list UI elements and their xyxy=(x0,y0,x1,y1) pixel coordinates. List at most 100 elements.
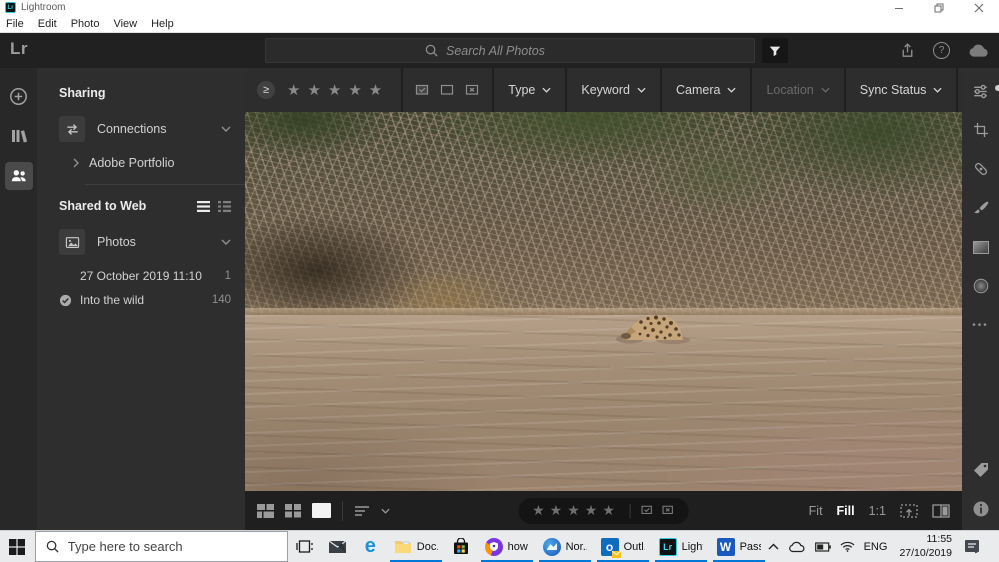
battery-icon[interactable] xyxy=(815,542,831,552)
square-grid-view-icon[interactable] xyxy=(285,504,301,518)
mosaic-grid-view-icon[interactable] xyxy=(257,504,274,518)
filter-dropdown-sync-status[interactable]: Sync Status xyxy=(846,68,957,112)
flag-neutral-icon[interactable] xyxy=(440,84,455,97)
taskbar-app-label: how ... xyxy=(508,541,529,553)
screen: Lr Lightroom File Edit Photo View Help L… xyxy=(0,0,999,562)
language-indicator[interactable]: ENG xyxy=(864,541,888,553)
chevron-down-icon xyxy=(821,87,830,93)
keywords-tag-icon[interactable] xyxy=(969,459,993,481)
edge-browser-icon[interactable]: e xyxy=(354,531,387,562)
brush-icon[interactable] xyxy=(969,197,993,219)
task-view-button[interactable] xyxy=(288,531,321,562)
filter-dropdown-camera[interactable]: Camera xyxy=(662,68,750,112)
search-bar[interactable] xyxy=(265,38,755,63)
split-view-icon[interactable] xyxy=(932,504,950,518)
menu-bar: File Edit Photo View Help xyxy=(0,15,999,33)
library-button[interactable] xyxy=(5,122,33,150)
taskbar-app-how[interactable]: how ... xyxy=(478,531,536,562)
taskbar-app-outlook[interactable]: o Outl... xyxy=(594,531,652,562)
dropdown-label: Sync Status xyxy=(860,83,927,97)
sharing-button[interactable] xyxy=(5,162,33,190)
crop-icon[interactable] xyxy=(969,119,993,141)
restore-button[interactable] xyxy=(919,0,959,15)
zoom-fill-button[interactable]: Fill xyxy=(837,504,855,518)
menu-photo[interactable]: Photo xyxy=(71,18,100,30)
detail-view-icon[interactable] xyxy=(218,201,231,212)
funnel-icon xyxy=(768,44,782,58)
menu-help[interactable]: Help xyxy=(151,18,174,30)
taskbar-app-lightroom[interactable]: Lr Light... xyxy=(652,531,710,562)
system-tray: ENG 11:55 27/10/2019 xyxy=(768,531,999,562)
photo-jaguar-swimming[interactable] xyxy=(245,112,962,491)
taskbar-app-label: Pass... xyxy=(740,541,761,553)
flag-filter xyxy=(403,68,492,112)
flag-pick-icon[interactable] xyxy=(641,505,654,516)
single-photo-view-icon[interactable] xyxy=(312,503,331,518)
list-view-icon[interactable] xyxy=(197,201,210,212)
chevron-down-icon[interactable] xyxy=(221,126,231,132)
microsoft-store-icon[interactable] xyxy=(445,531,478,562)
photos-album-row[interactable]: Photos xyxy=(59,229,231,255)
mail-app-icon[interactable] xyxy=(321,531,354,562)
onedrive-cloud-icon[interactable] xyxy=(788,541,806,553)
filter-dropdown-type[interactable]: Type xyxy=(494,68,565,112)
sort-chevron-icon[interactable] xyxy=(381,508,390,514)
connections-row[interactable]: Connections xyxy=(59,116,231,142)
adobe-portfolio-row[interactable]: Adobe Portfolio xyxy=(73,156,231,170)
taskbar-app-label: Light... xyxy=(682,541,703,553)
taskbar-search-input[interactable] xyxy=(68,539,258,554)
wifi-icon[interactable] xyxy=(840,541,855,552)
taskbar-app-documents[interactable]: Doc... xyxy=(387,531,445,562)
rating-operator[interactable]: ≥ xyxy=(257,81,275,99)
left-rail xyxy=(0,68,37,530)
menu-file[interactable]: File xyxy=(6,18,24,30)
search-icon xyxy=(424,43,439,58)
healing-brush-icon[interactable] xyxy=(969,158,993,180)
more-tools-icon[interactable]: ••• xyxy=(969,314,993,336)
minimize-button[interactable] xyxy=(879,0,919,15)
taskbar-app-word[interactable]: W Pass... xyxy=(710,531,768,562)
flag-pick-icon[interactable] xyxy=(415,84,430,97)
clock[interactable]: 11:55 27/10/2019 xyxy=(896,533,955,559)
edge-glyph: e xyxy=(365,535,376,558)
album-item-date[interactable]: 27 October 2019 11:10 1 xyxy=(59,269,231,283)
rating-filter[interactable]: ≥ ★★★★★ xyxy=(245,68,401,112)
taskbar-search[interactable] xyxy=(35,531,289,562)
photo-rating-stars[interactable]: ★★★★★ xyxy=(532,502,620,519)
taskbar-app-norton[interactable]: Nor... xyxy=(536,531,594,562)
linear-gradient-icon[interactable] xyxy=(969,236,993,258)
share-icon[interactable] xyxy=(899,42,916,59)
chevron-down-icon[interactable] xyxy=(221,239,231,245)
search-input[interactable] xyxy=(446,44,596,58)
action-center-icon[interactable] xyxy=(964,539,981,554)
menu-view[interactable]: View xyxy=(113,18,137,30)
radial-gradient-icon[interactable] xyxy=(969,275,993,297)
flag-reject-icon[interactable] xyxy=(465,84,480,97)
word-icon: W xyxy=(717,538,735,556)
start-button[interactable] xyxy=(0,531,35,562)
menu-edit[interactable]: Edit xyxy=(38,18,57,30)
filter-dropdown-keyword[interactable]: Keyword xyxy=(567,68,660,112)
dropdown-label: Keyword xyxy=(581,83,630,97)
flag-reject-icon[interactable] xyxy=(662,505,675,516)
help-icon[interactable]: ? xyxy=(933,42,950,59)
folder-icon xyxy=(394,539,412,554)
riverbank-branches xyxy=(245,112,962,315)
detail-zoom-icon[interactable] xyxy=(900,504,918,518)
close-button[interactable] xyxy=(959,0,999,15)
toolbar-divider xyxy=(342,501,343,521)
sort-icon[interactable] xyxy=(354,505,370,517)
cloud-sync-icon[interactable] xyxy=(967,43,991,58)
taskbar-app-label: Nor... xyxy=(566,541,587,553)
tray-chevron-up-icon[interactable] xyxy=(768,543,779,550)
edit-sliders-icon[interactable] xyxy=(969,80,993,102)
zoom-fit-button[interactable]: Fit xyxy=(809,504,823,518)
album-item-into-the-wild[interactable]: Into the wild 140 xyxy=(59,293,231,307)
zoom-one-to-one-button[interactable]: 1:1 xyxy=(869,504,886,518)
filter-bar: ≥ ★★★★★ Type Keyword xyxy=(245,68,962,112)
add-photos-button[interactable] xyxy=(5,82,33,110)
chevron-down-icon xyxy=(933,87,942,93)
rating-stars[interactable]: ★★★★★ xyxy=(283,81,389,99)
filter-funnel-button[interactable] xyxy=(762,38,788,63)
info-icon[interactable] xyxy=(969,498,993,520)
